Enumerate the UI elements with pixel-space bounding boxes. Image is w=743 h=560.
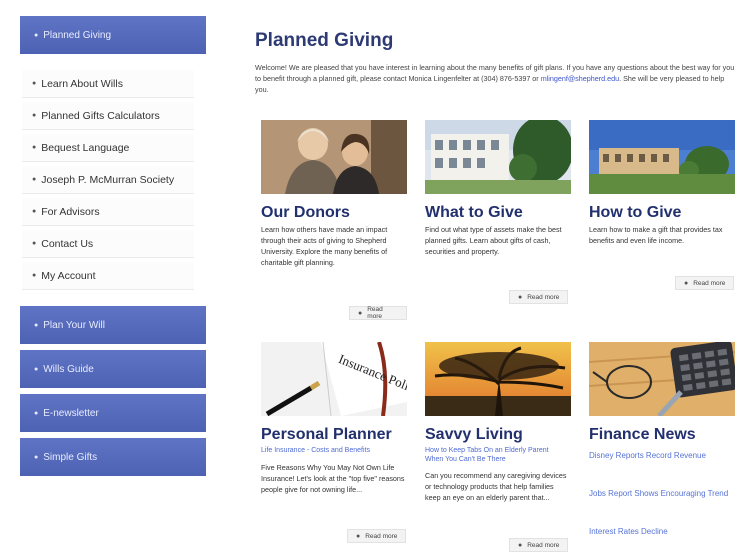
- insurance-policy-photo[interactable]: Insurance Policy: [261, 342, 407, 416]
- donors-photo[interactable]: [261, 120, 407, 194]
- card-what-to-give: What to Give Find out what type of asset…: [425, 120, 571, 320]
- sidebar-item-bequest-language[interactable]: ● Bequest Language: [22, 134, 194, 162]
- card-body: Learn how others have made an impact thr…: [261, 225, 388, 267]
- card-title[interactable]: Personal Planner: [261, 426, 392, 444]
- card-savvy-living: Savvy Living How to Keep Tabs On an Elde…: [425, 342, 571, 558]
- read-more-label: Read more: [367, 306, 383, 320]
- card-title[interactable]: How to Give: [589, 204, 681, 222]
- intro-paragraph: Welcome! We are pleased that you have in…: [255, 62, 739, 95]
- sidebar-item-my-account[interactable]: ● My Account: [22, 262, 194, 290]
- building-photo[interactable]: [425, 120, 571, 194]
- read-more-button[interactable]: ● Read more: [675, 276, 735, 290]
- card-body: Five Reasons Why You May Not Own Life In…: [261, 463, 405, 494]
- sidebar-item-planned-gifts-calculators[interactable]: ● Planned Gifts Calculators: [22, 102, 194, 130]
- bullet-icon: ●: [32, 112, 37, 119]
- bullet-icon: ●: [32, 144, 37, 151]
- card-finance-news: Finance News Disney Reports Record Reven…: [589, 342, 735, 542]
- read-more-label: Read more: [527, 541, 560, 549]
- tree-sunset-photo[interactable]: [425, 342, 571, 416]
- card-title[interactable]: What to Give: [425, 204, 523, 222]
- bullet-icon: ●: [32, 240, 37, 247]
- read-more-button[interactable]: ● Read more: [509, 538, 569, 552]
- sidebar-button-plan-your-will[interactable]: ● Plan Your Will: [20, 306, 206, 344]
- bullet-icon: ●: [356, 532, 361, 540]
- read-more-label: Read more: [693, 279, 726, 287]
- sidebar-item-contact-us[interactable]: ● Contact Us: [22, 230, 194, 258]
- bullet-icon: ●: [518, 293, 523, 301]
- sidebar-button-e-newsletter[interactable]: ● E-newsletter: [20, 394, 206, 432]
- card-body: Learn how to make a gift that provides t…: [589, 225, 723, 245]
- bullet-icon: ●: [358, 309, 363, 317]
- sidebar-button-label: Plan Your Will: [43, 319, 105, 331]
- sidebar-button-label: Planned Giving: [43, 29, 112, 41]
- sidebar-button-planned-giving[interactable]: ● Planned Giving: [20, 16, 206, 54]
- campus-photo[interactable]: [589, 120, 735, 194]
- news-link[interactable]: Disney Reports Record Revenue: [589, 450, 735, 461]
- card-title[interactable]: Savvy Living: [425, 426, 523, 444]
- sidebar-item-for-advisors[interactable]: ● For Advisors: [22, 198, 194, 226]
- calculator-photo[interactable]: [589, 342, 735, 416]
- bullet-icon: ●: [34, 31, 39, 39]
- sidebar-button-simple-gifts[interactable]: ● Simple Gifts: [20, 438, 206, 476]
- card-subtitle-link[interactable]: How to Keep Tabs On an Elderly Parent Wh…: [425, 446, 559, 464]
- bullet-icon: ●: [32, 208, 37, 215]
- bullet-icon: ●: [34, 409, 39, 417]
- bullet-icon: ●: [34, 365, 39, 373]
- bullet-icon: ●: [34, 453, 39, 461]
- card-title[interactable]: Our Donors: [261, 204, 350, 222]
- card-our-donors: Our Donors Learn how others have made an…: [261, 120, 407, 330]
- sidebar-item-label: Contact Us: [41, 237, 94, 250]
- bullet-icon: ●: [32, 176, 37, 183]
- read-more-button[interactable]: ● Read more: [509, 290, 569, 304]
- sidebar-item-learn-about-wills[interactable]: ● Learn About Wills: [22, 70, 194, 98]
- sidebar-item-label: Joseph P. McMurran Society: [41, 173, 175, 186]
- bullet-icon: ●: [32, 272, 37, 279]
- sidebar-item-label: Planned Gifts Calculators: [41, 109, 160, 122]
- sidebar-item-mcmurran-society[interactable]: ● Joseph P. McMurran Society: [22, 166, 194, 194]
- read-more-button[interactable]: ● Read more: [347, 529, 407, 543]
- news-link[interactable]: Jobs Report Shows Encouraging Trend: [589, 488, 735, 499]
- card-body: Find out what type of assets make the be…: [425, 225, 562, 256]
- news-link[interactable]: Interest Rates Decline: [589, 526, 735, 537]
- card-personal-planner: Insurance Policy Personal Planner Life I…: [261, 342, 407, 552]
- bullet-icon: ●: [518, 541, 523, 549]
- sidebar-button-wills-guide[interactable]: ● Wills Guide: [20, 350, 206, 388]
- sidebar-button-label: Simple Gifts: [43, 451, 98, 463]
- bullet-icon: ●: [32, 80, 37, 87]
- sidebar-button-label: E-newsletter: [43, 407, 99, 419]
- card-how-to-give: How to Give Learn how to make a gift tha…: [589, 120, 735, 310]
- sidebar-item-label: Learn About Wills: [41, 77, 123, 90]
- read-more-label: Read more: [527, 293, 560, 301]
- sidebar-item-label: My Account: [41, 269, 96, 282]
- sidebar: ● Planned Giving ● Learn About Wills ● P…: [0, 0, 225, 560]
- card-body: Can you recommend any caregiving devices…: [425, 471, 567, 502]
- email-link[interactable]: mlingenf@shepherd.edu: [541, 74, 619, 83]
- card-title[interactable]: Finance News: [589, 426, 696, 444]
- page-title: Planned Giving: [255, 30, 394, 51]
- card-subtitle-link[interactable]: Life Insurance - Costs and Benefits: [261, 446, 407, 455]
- bullet-icon: ●: [34, 321, 39, 329]
- bullet-icon: ●: [684, 279, 689, 287]
- read-more-label: Read more: [365, 532, 398, 540]
- sidebar-item-label: Bequest Language: [41, 141, 130, 154]
- sidebar-button-label: Wills Guide: [43, 363, 94, 375]
- read-more-button[interactable]: ● Read more: [349, 306, 407, 320]
- sidebar-item-label: For Advisors: [41, 205, 100, 218]
